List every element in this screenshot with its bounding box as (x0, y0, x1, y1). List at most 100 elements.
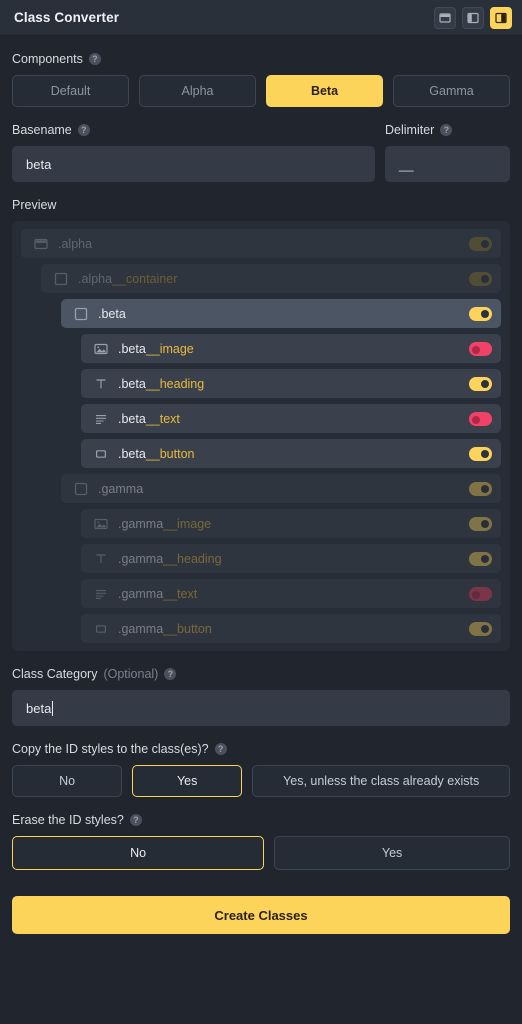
toggle-knob (481, 519, 489, 528)
tree-row-beta-button[interactable]: .beta__button (81, 439, 501, 468)
basename-label-row: Basename ? (12, 123, 375, 137)
tree-row-toggle[interactable] (469, 446, 492, 461)
tree-row-toggle[interactable] (469, 376, 492, 391)
component-option-gamma[interactable]: Gamma (393, 75, 510, 107)
toggle-knob (481, 274, 489, 283)
copy-styles-option-yes[interactable]: Yes (132, 765, 243, 797)
tree-row-label: .beta__image (118, 341, 194, 356)
tree-row-toggle[interactable] (469, 551, 492, 566)
heading-icon (93, 376, 109, 392)
div-icon (73, 481, 89, 497)
text-icon (93, 586, 109, 602)
button-icon (93, 446, 109, 462)
view-mode-buttons (434, 6, 512, 29)
panel-window-icon (439, 12, 451, 23)
toggle-knob (481, 624, 489, 633)
help-icon[interactable]: ? (77, 124, 90, 136)
tree-row-label: .gamma (98, 481, 144, 496)
component-option-default[interactable]: Default (12, 75, 129, 107)
component-option-beta[interactable]: Beta (266, 75, 383, 107)
tree-row-toggle[interactable] (469, 411, 492, 426)
titlebar: Class Converter (0, 0, 522, 36)
help-icon[interactable]: ? (129, 814, 142, 826)
help-icon[interactable]: ? (164, 668, 177, 680)
tree-row-toggle[interactable] (469, 586, 492, 601)
help-icon[interactable]: ? (214, 743, 227, 755)
tree-row-alpha[interactable]: .alpha (21, 229, 501, 258)
help-icon[interactable]: ? (440, 124, 453, 136)
page-body: Components ? Default Alpha Beta Gamma Ba… (0, 52, 522, 934)
erase-styles-label-row: Erase the ID styles? ? (12, 813, 510, 827)
component-option-alpha[interactable]: Alpha (139, 75, 256, 107)
tree-row-suffix: __heading (145, 376, 205, 391)
button-icon (93, 621, 109, 637)
tree-row-toggle[interactable] (469, 306, 492, 321)
tree-row-gamma[interactable]: .gamma (61, 474, 501, 503)
tree-row-beta-text[interactable]: .beta__text (81, 404, 501, 433)
class-category-value: beta (26, 700, 52, 716)
tree-row-toggle[interactable] (469, 621, 492, 636)
image-icon (93, 516, 109, 532)
tree-row-suffix: __text (163, 586, 198, 601)
class-category-label: Class Category (12, 667, 98, 681)
tree-row-label: .gamma__heading (118, 551, 222, 566)
components-button-group: Default Alpha Beta Gamma (12, 75, 510, 107)
tree-row-label: .gamma__image (118, 516, 212, 531)
components-label-row: Components ? (12, 52, 510, 66)
copy-styles-option-no[interactable]: No (12, 765, 123, 797)
copy-styles-button-group: No Yes Yes, unless the class already exi… (12, 765, 511, 797)
tree-row-suffix: __heading (163, 551, 222, 566)
tree-row-label: .alpha__container (78, 271, 178, 286)
div-icon (53, 271, 69, 287)
tree-row-toggle[interactable] (469, 271, 492, 286)
body-icon (33, 236, 49, 252)
erase-styles-option-no[interactable]: No (12, 836, 265, 870)
tree-row-suffix: __container (112, 271, 178, 286)
tree-row-alpha-container[interactable]: .alpha__container (41, 264, 501, 293)
image-icon (93, 341, 109, 357)
create-classes-button[interactable]: Create Classes (12, 896, 510, 934)
tree-row-gamma-text[interactable]: .gamma__text (81, 579, 501, 608)
copy-styles-option-yes-unless-exists[interactable]: Yes, unless the class already exists (252, 765, 511, 797)
toggle-knob (472, 345, 480, 354)
tree-row-label: .beta (98, 306, 126, 321)
class-category-optional: (Optional) (103, 667, 159, 681)
tree-row-beta-heading[interactable]: .beta__heading (81, 369, 501, 398)
preview-tree: .alpha .alpha__container .beta .beta__image… (12, 221, 510, 651)
toggle-knob (472, 415, 480, 424)
erase-styles-option-yes[interactable]: Yes (274, 836, 510, 870)
basename-input[interactable]: beta (12, 146, 375, 182)
tree-row-suffix: __text (145, 411, 180, 426)
tree-row-label: .beta__heading (118, 376, 205, 391)
tree-row-gamma-image[interactable]: .gamma__image (81, 509, 501, 538)
panel-split-right-icon (495, 12, 507, 23)
tree-row-gamma-button[interactable]: .gamma__button (81, 614, 501, 643)
text-caret (52, 700, 54, 716)
class-category-input[interactable]: beta (12, 690, 510, 726)
tree-row-label: .gamma__text (118, 586, 198, 601)
tree-row-beta-image[interactable]: .beta__image (81, 334, 501, 363)
tree-row-label: .alpha (58, 236, 93, 251)
toggle-knob (481, 484, 489, 493)
panel-split-right-icon-button[interactable] (490, 6, 512, 29)
panel-split-left-icon-button[interactable] (462, 6, 484, 29)
tree-row-toggle[interactable] (469, 516, 492, 531)
class-category-label-row: Class Category (Optional) ? (12, 667, 510, 681)
tree-row-suffix: __image (145, 341, 194, 356)
preview-label-row: Preview (12, 198, 510, 212)
toggle-knob (481, 449, 489, 458)
tree-row-gamma-heading[interactable]: .gamma__heading (81, 544, 501, 573)
components-label: Components (12, 52, 83, 66)
panel-window-icon-button[interactable] (434, 6, 456, 29)
div-icon (73, 306, 89, 322)
tree-row-toggle[interactable] (469, 341, 492, 356)
help-icon[interactable]: ? (88, 53, 101, 65)
tree-row-toggle[interactable] (469, 236, 492, 251)
delimiter-input[interactable]: __ (385, 146, 510, 182)
tree-row-beta[interactable]: .beta (61, 299, 501, 328)
toggle-knob (472, 590, 480, 599)
toggle-knob (481, 239, 489, 248)
tree-row-toggle[interactable] (469, 481, 492, 496)
heading-icon (93, 551, 109, 567)
erase-styles-button-group: No Yes (12, 836, 510, 870)
